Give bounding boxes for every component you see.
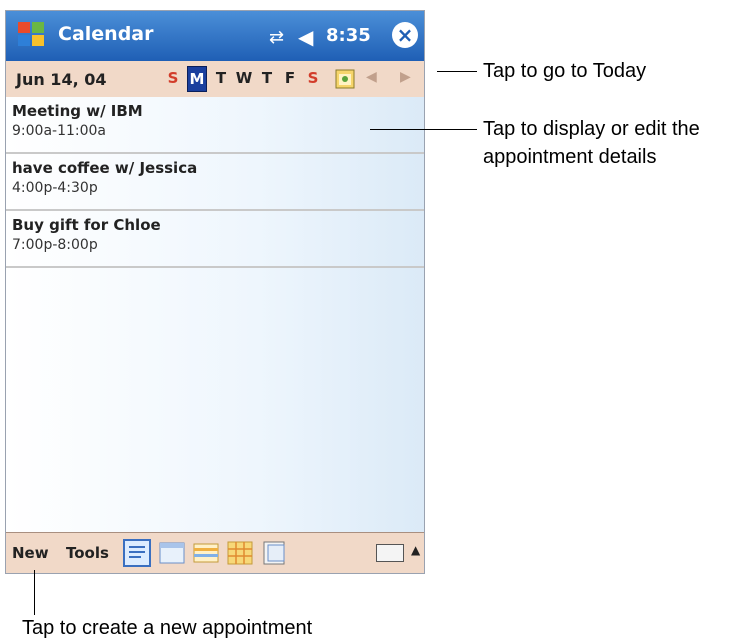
week-day-selector: S M T W T F S — [164, 66, 322, 92]
new-menu[interactable]: New — [12, 544, 49, 562]
volume-icon[interactable]: ◀ — [298, 25, 313, 49]
app-title: Calendar — [58, 23, 154, 45]
month-view-icon[interactable] — [226, 539, 254, 567]
weekday-saturday[interactable]: S — [304, 66, 322, 90]
callout-details-line1: Tap to display or edit the — [483, 118, 700, 140]
command-bar: New Tools ▲ — [6, 532, 424, 573]
appointment-list: Meeting w/ IBM 9:00a-11:00a have coffee … — [6, 97, 424, 535]
next-week-icon[interactable]: ▶ — [400, 69, 411, 85]
weekday-wednesday[interactable]: W — [235, 66, 253, 90]
year-view-icon[interactable] — [260, 539, 288, 567]
callout-line-details — [370, 129, 477, 130]
appointment-title: Buy gift for Chloe — [12, 216, 161, 234]
windows-start-icon[interactable] — [16, 19, 46, 49]
current-date[interactable]: Jun 14, 04 — [16, 70, 106, 89]
day-view-icon[interactable] — [158, 539, 186, 567]
close-button[interactable]: × — [392, 22, 418, 48]
agenda-view-icon[interactable] — [123, 539, 151, 567]
connectivity-icon[interactable]: ⇄ — [269, 27, 284, 48]
callout-details-line2: appointment details — [483, 146, 657, 168]
weekday-monday[interactable]: M — [187, 66, 207, 92]
appointment-title: have coffee w/ Jessica — [12, 159, 198, 177]
device-screen: Calendar ⇄ ◀ 8:35 × Jun 14, 04 S M T W T… — [5, 10, 425, 574]
weekday-friday[interactable]: F — [281, 66, 299, 90]
clock[interactable]: 8:35 — [326, 25, 371, 46]
appointment-time: 7:00p-8:00p — [12, 237, 98, 253]
callout-today: Tap to go to Today — [483, 60, 647, 82]
previous-week-icon[interactable]: ◀ — [366, 69, 377, 85]
appointment-time: 4:00p-4:30p — [12, 180, 98, 196]
callout-line-today — [437, 71, 477, 72]
weekday-sunday[interactable]: S — [164, 66, 182, 90]
go-to-today-icon[interactable] — [334, 68, 356, 90]
appointment-time: 9:00a-11:00a — [12, 123, 106, 139]
callout-line-new — [34, 570, 35, 615]
input-selector-arrow-icon[interactable]: ▲ — [411, 543, 420, 557]
week-view-icon[interactable] — [192, 539, 220, 567]
appointment-item[interactable]: Meeting w/ IBM 9:00a-11:00a — [6, 97, 424, 154]
title-bar: Calendar ⇄ ◀ 8:35 × — [6, 11, 424, 61]
appointment-title: Meeting w/ IBM — [12, 102, 143, 120]
tools-menu[interactable]: Tools — [66, 544, 109, 562]
date-bar: Jun 14, 04 S M T W T F S ◀ ▶ — [6, 61, 424, 98]
weekday-thursday[interactable]: T — [258, 66, 276, 90]
appointment-item[interactable]: Buy gift for Chloe 7:00p-8:00p — [6, 211, 424, 268]
appointment-item[interactable]: have coffee w/ Jessica 4:00p-4:30p — [6, 154, 424, 211]
callout-new-appointment: Tap to create a new appointment — [22, 617, 313, 639]
keyboard-icon[interactable] — [376, 544, 404, 562]
weekday-tuesday[interactable]: T — [212, 66, 230, 90]
